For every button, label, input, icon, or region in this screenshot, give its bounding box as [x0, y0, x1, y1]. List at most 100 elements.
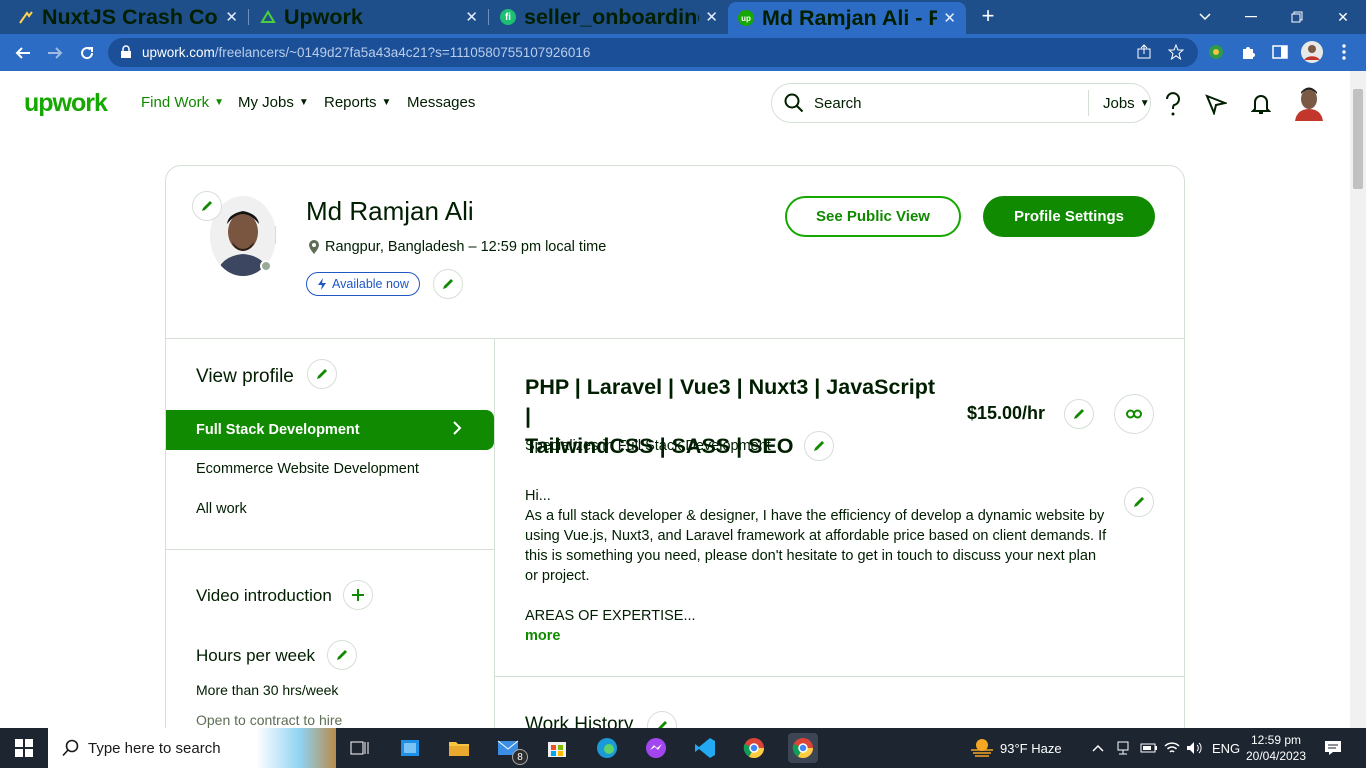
side-panel-icon[interactable] [1268, 40, 1292, 64]
chrome-profile-1-icon[interactable] [739, 733, 769, 763]
more-link[interactable]: more [525, 628, 560, 644]
page-scrollbar[interactable] [1350, 71, 1366, 728]
search-input[interactable] [814, 94, 1054, 112]
menu-kebab-icon[interactable] [1332, 40, 1356, 64]
tab-search-chevron-icon[interactable] [1182, 0, 1228, 34]
bookmark-star-icon[interactable] [1164, 40, 1188, 64]
browser-tab-profile[interactable]: up Md Ramjan Ali - Frontend | Vue.js ✕ [728, 2, 966, 34]
upwork-logo[interactable]: upwork [24, 89, 108, 118]
clock[interactable]: 12:59 pm 20/04/2023 [1246, 728, 1306, 768]
show-hidden-icons-chevron-icon[interactable] [1092, 728, 1104, 768]
volume-icon[interactable] [1186, 728, 1204, 768]
notifications-center-icon[interactable] [1324, 728, 1342, 768]
tab-close-icon[interactable]: ✕ [225, 8, 238, 26]
weather-widget[interactable]: 93°F Haze [970, 728, 1062, 768]
online-status-dot [260, 260, 272, 272]
copy-link-button[interactable] [1114, 394, 1154, 434]
file-explorer-icon[interactable] [444, 733, 474, 763]
reload-icon[interactable] [72, 34, 102, 71]
search-scope-dropdown[interactable]: Jobs ▼ [1103, 95, 1150, 112]
task-view-icon[interactable] [345, 733, 375, 763]
add-video-button[interactable] [343, 580, 373, 610]
hours-per-week-heading: Hours per week [196, 646, 316, 665]
specialized-profile-ecommerce[interactable]: Ecommerce Website Development [196, 461, 419, 477]
nav-find-work[interactable]: Find Work ▼ [141, 94, 224, 111]
search-bar: Jobs▼ [771, 83, 1151, 123]
extension-globe-icon[interactable] [1204, 40, 1228, 64]
user-avatar[interactable] [1293, 85, 1325, 121]
chevron-down-icon: ▼ [214, 97, 224, 108]
search-highlight-illustration [256, 728, 336, 768]
pencil-icon [658, 721, 667, 728]
notifications-bell-icon[interactable] [1248, 91, 1274, 117]
specializes-in: Specializes in Full Stack Development [525, 438, 771, 454]
chrome-profile-2-icon[interactable] [788, 733, 818, 763]
windows-start-icon[interactable] [9, 733, 39, 763]
tab-close-icon[interactable]: ✕ [943, 9, 956, 27]
tab-title: Md Ramjan Ali - Frontend | Vue.js [762, 5, 938, 30]
store-icon[interactable] [542, 733, 572, 763]
back-arrow-icon[interactable] [8, 34, 38, 71]
profile-name: Md Ramjan Ali [306, 196, 474, 226]
specialized-profile-full-stack[interactable]: Full Stack Development [166, 410, 494, 450]
edit-work-history-button[interactable] [647, 711, 677, 728]
availability-badge[interactable]: Available now [306, 272, 420, 296]
help-icon[interactable] [1160, 91, 1186, 117]
network-icon[interactable] [1116, 728, 1130, 768]
edit-view-profile-button[interactable] [307, 359, 337, 389]
upwork-page: upwork Find Work ▼ My Jobs ▼ Reports ▼ Mess… [0, 71, 1350, 728]
tab-title: NuxtJS Crash Course: Setting up [42, 4, 219, 29]
hours-value: More than 30 hrs/week [196, 682, 339, 698]
close-window-icon[interactable]: ✕ [1320, 0, 1366, 34]
nav-messages[interactable]: Messages [407, 94, 475, 111]
taskbar-search[interactable]: Type here to search [48, 728, 336, 768]
edge-browser-icon[interactable] [592, 733, 622, 763]
browser-tab-upwork[interactable]: Upwork ✕ [250, 0, 488, 34]
profile-settings-button[interactable]: Profile Settings [983, 196, 1155, 237]
edit-overview-button[interactable] [1124, 487, 1154, 517]
browser-tab-nuxt[interactable]: NuxtJS Crash Course: Setting up ✕ [8, 0, 248, 34]
profile-location: Rangpur, Bangladesh – 12:59 pm local tim… [308, 239, 606, 255]
edit-photo-button[interactable] [192, 191, 222, 221]
browser-tab-fiverr[interactable]: fi seller_onboarding overview - five ✕ [490, 0, 728, 34]
view-profile-heading: View profile [196, 366, 294, 387]
forward-arrow-icon[interactable] [40, 34, 70, 71]
nav-reports[interactable]: Reports ▼ [324, 94, 391, 111]
new-tab-button[interactable]: + [976, 3, 1000, 28]
edit-availability-button[interactable] [433, 269, 463, 299]
specialized-profile-all-work[interactable]: All work [196, 501, 247, 517]
vscode-icon[interactable] [690, 733, 720, 763]
language-indicator[interactable]: ENG [1212, 728, 1240, 768]
edit-title-button[interactable] [803, 431, 834, 461]
scrollbar-thumb[interactable] [1353, 89, 1363, 189]
chevron-down-icon: ▼ [298, 97, 309, 108]
lock-icon [120, 45, 132, 62]
tab-title: seller_onboarding overview - five [524, 4, 700, 29]
mail-badge: 8 [512, 749, 528, 765]
mail-icon[interactable]: 8 [494, 733, 528, 765]
chevron-down-icon: ▼ [381, 97, 392, 108]
lightning-icon [318, 278, 326, 290]
see-public-view-button[interactable]: See Public View [785, 196, 961, 237]
pencil-icon [1074, 409, 1084, 419]
tab-close-icon[interactable]: ✕ [465, 8, 478, 26]
battery-icon[interactable] [1140, 728, 1158, 768]
nav-my-jobs[interactable]: My Jobs ▼ [238, 94, 309, 111]
url-domain: upwork.com [142, 45, 215, 60]
edit-hours-button[interactable] [327, 640, 357, 670]
direct-contracts-icon[interactable] [1203, 91, 1229, 117]
chrome-profile-avatar[interactable] [1300, 40, 1324, 64]
wifi-icon[interactable] [1164, 728, 1180, 768]
minimize-icon[interactable] [1228, 0, 1274, 34]
edit-rate-button[interactable] [1064, 399, 1094, 429]
tab-close-icon[interactable]: ✕ [705, 8, 718, 26]
windows-taskbar: Type here to search 8 93°F Haze ENG 12:5… [0, 728, 1366, 768]
pencil-icon [317, 369, 327, 379]
profile-card: Md Ramjan Ali Rangpur, Bangladesh – 12:5… [165, 165, 1185, 728]
share-icon[interactable] [1132, 40, 1156, 64]
restore-icon[interactable] [1274, 0, 1320, 34]
address-bar[interactable]: upwork.com/freelancers/~0149d27fa5a43a4c… [108, 38, 1198, 67]
extensions-puzzle-icon[interactable] [1236, 40, 1260, 64]
messenger-icon[interactable] [641, 733, 671, 763]
app-icon-blue[interactable] [395, 733, 425, 763]
